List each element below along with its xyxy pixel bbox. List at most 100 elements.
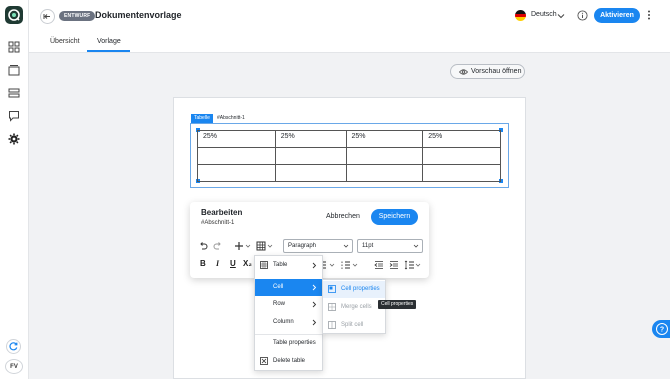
menu-item-label: Cell properties	[341, 286, 380, 292]
paragraph-select-value: Paragraph	[288, 243, 317, 249]
redo-icon[interactable]	[213, 241, 223, 251]
sync-button[interactable]	[6, 339, 21, 354]
svg-text:?: ?	[660, 327, 664, 334]
menu-item-label: Cell	[273, 284, 284, 290]
table-cell[interactable]	[274, 164, 347, 182]
menu-item-delete-table[interactable]: Delete table	[255, 353, 322, 370]
table-cell[interactable]: 25%	[274, 130, 347, 148]
menu-item-label: Split cell	[341, 322, 364, 328]
numbered-list-icon[interactable]	[341, 260, 359, 270]
menu-item-column[interactable]: Column	[255, 314, 322, 331]
left-sidebar: FV	[0, 0, 29, 379]
eye-icon	[459, 68, 468, 76]
insert-plus-icon[interactable]	[234, 241, 252, 251]
save-button[interactable]: Speichern	[371, 209, 418, 225]
menu-item-label: Merge cells	[341, 304, 372, 310]
back-button[interactable]	[40, 9, 55, 24]
top-header: ENTWURF Dokumentenvorlage Deutsch Aktivi…	[29, 0, 670, 33]
subscript-button[interactable]: X₂	[243, 259, 252, 268]
table-cell[interactable]: 25%	[345, 130, 424, 148]
chevron-right-icon	[312, 262, 317, 269]
tooltip: Cell properties	[378, 300, 417, 309]
table-icon	[260, 261, 268, 269]
table-tag: Tabelle	[191, 114, 213, 123]
cell-properties-icon	[328, 285, 336, 293]
help-icon: ?	[656, 323, 668, 335]
merge-cells-icon	[328, 303, 336, 311]
status-badge: ENTWURF	[59, 11, 96, 21]
dashboard-icon[interactable]	[8, 41, 20, 53]
line-height-icon[interactable]	[404, 260, 422, 270]
chevron-down-icon[interactable]	[557, 12, 565, 20]
chevron-down-icon	[343, 244, 349, 248]
table-icon[interactable]	[256, 241, 274, 251]
table-cell[interactable]	[345, 147, 424, 165]
outdent-icon[interactable]	[374, 260, 384, 270]
table-cell[interactable]	[422, 147, 501, 165]
chat-icon[interactable]	[8, 110, 20, 122]
edit-panel-title: Bearbeiten	[201, 208, 243, 217]
table-menu: Table Cell Row Column Table properties D…	[254, 255, 323, 371]
table-row: 25% 25% 25% 25%	[197, 130, 501, 148]
indent-icon[interactable]	[389, 260, 399, 270]
tab-bar: Übersicht Vorlage	[29, 33, 670, 53]
table-cell[interactable]	[345, 164, 424, 182]
bold-button[interactable]: B	[200, 259, 206, 268]
menu-item-label: Row	[273, 301, 286, 307]
delete-table-icon	[260, 357, 268, 365]
user-avatar[interactable]: FV	[5, 359, 23, 374]
tab-template[interactable]: Vorlage	[97, 38, 121, 45]
table-cell[interactable]	[422, 164, 501, 182]
help-button[interactable]: ?	[652, 320, 670, 338]
menu-item-label: Column	[273, 319, 294, 325]
active-tab-indicator	[87, 50, 130, 52]
paragraph-select[interactable]: Paragraph	[283, 239, 353, 253]
page-title: Dokumentenvorlage	[95, 10, 182, 20]
undo-icon[interactable]	[198, 241, 208, 251]
table-cell[interactable]: 25%	[197, 130, 276, 148]
table-row	[197, 164, 501, 182]
menu-item-table-properties[interactable]: Table properties	[255, 335, 322, 352]
table-cell[interactable]	[274, 147, 347, 165]
list-icon[interactable]	[8, 87, 20, 99]
chevron-right-icon	[312, 284, 317, 291]
table-cell[interactable]	[197, 147, 276, 165]
language-select[interactable]: Deutsch	[531, 11, 557, 18]
table-cell[interactable]: 25%	[422, 130, 501, 148]
edit-panel-anchor: #Abschnitt-1	[201, 220, 235, 226]
font-size-select[interactable]: 11pt	[357, 239, 423, 253]
underline-button[interactable]: U	[230, 259, 236, 268]
cell-submenu: Cell properties Merge cells Split cell	[322, 279, 386, 334]
tab-overview[interactable]: Übersicht	[50, 38, 80, 45]
document-table[interactable]: 25% 25% 25% 25%	[197, 130, 501, 182]
inbox-icon[interactable]	[8, 64, 20, 76]
table-menu-header[interactable]: Table	[255, 257, 322, 274]
gear-icon[interactable]	[8, 133, 20, 145]
chevron-right-icon	[312, 301, 317, 308]
menu-item-cell-properties[interactable]: Cell properties	[323, 281, 385, 298]
chevron-down-icon	[413, 244, 419, 248]
arrow-left-icon	[43, 14, 50, 19]
activate-button[interactable]: Aktivieren	[594, 8, 640, 23]
cancel-button[interactable]: Abbrechen	[326, 213, 360, 220]
german-flag-icon	[515, 10, 526, 21]
menu-item-split-cell[interactable]: Split cell	[323, 317, 385, 334]
menu-item-label: Table properties	[273, 340, 316, 346]
preview-button[interactable]: Vorschau öffnen	[450, 64, 525, 79]
info-icon[interactable]	[577, 10, 588, 21]
menu-item-cell[interactable]: Cell	[255, 279, 322, 296]
split-cell-icon	[328, 321, 336, 329]
font-size-value: 11pt	[362, 243, 374, 249]
anchor-tag: #Abschnitt-1	[217, 115, 245, 121]
more-vertical-icon[interactable]	[643, 9, 655, 21]
table-menu-header-label: Table	[273, 262, 288, 268]
preview-label: Vorschau öffnen	[471, 68, 522, 75]
chevron-right-icon	[312, 319, 317, 326]
menu-item-merge-cells[interactable]: Merge cells	[323, 299, 385, 316]
italic-button[interactable]: I	[216, 259, 219, 268]
menu-item-label: Delete table	[273, 358, 306, 364]
app-logo[interactable]	[5, 6, 23, 24]
table-cell[interactable]	[197, 164, 276, 182]
menu-item-row[interactable]: Row	[255, 296, 322, 313]
table-row	[197, 147, 501, 165]
